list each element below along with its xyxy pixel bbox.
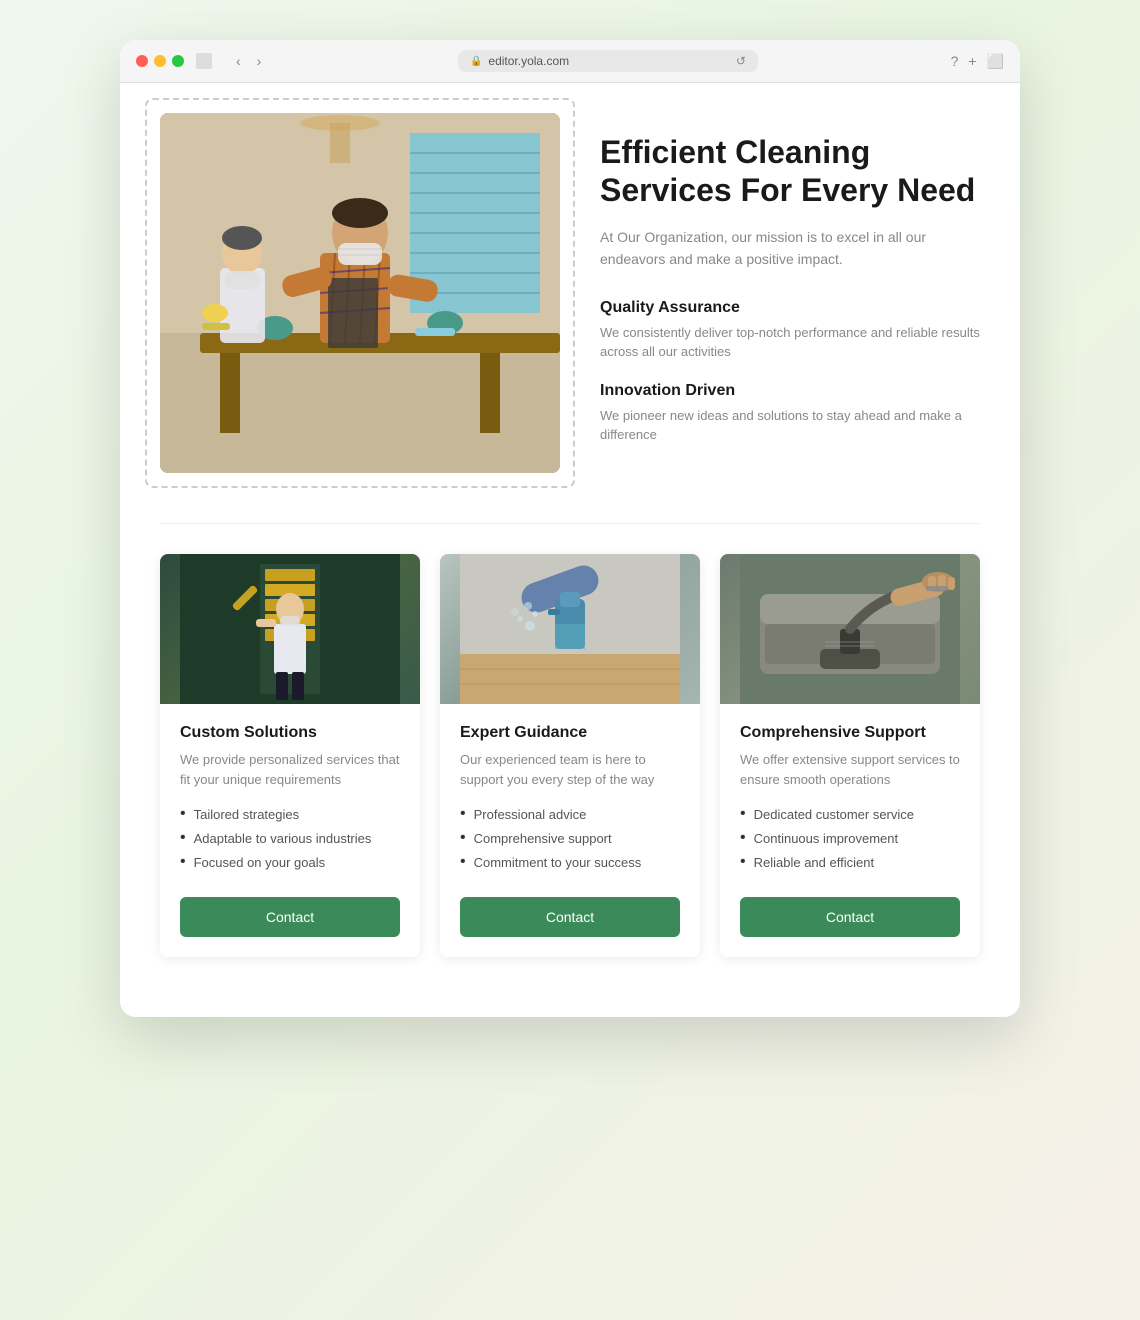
card-1-list: Tailored strategies Adaptable to various… (180, 805, 400, 877)
card-3-svg (740, 554, 960, 704)
hero-section: Efficient Cleaning Services For Every Ne… (160, 113, 980, 473)
card-comprehensive-support: Comprehensive Support We offer extensive… (720, 554, 980, 957)
nav-controls: ‹ › (232, 51, 265, 71)
forward-button[interactable]: › (253, 51, 266, 71)
section-separator (160, 523, 980, 524)
list-item: Dedicated customer service (740, 805, 960, 823)
card-3-contact-button[interactable]: Contact (740, 897, 960, 937)
card-1-image (160, 554, 420, 704)
card-2-body: Expert Guidance Our experienced team is … (440, 704, 700, 957)
feature-1-title: Quality Assurance (600, 299, 980, 317)
card-custom-solutions: Custom Solutions We provide personalized… (160, 554, 420, 957)
card-2-svg (460, 554, 680, 704)
page-content: Efficient Cleaning Services For Every Ne… (120, 83, 1020, 1017)
feature-innovation-driven: Innovation Driven We pioneer new ideas a… (600, 382, 980, 445)
browser-window: ‹ › 🔒 editor.yola.com ↺ ? + ⬜ (120, 40, 1020, 1017)
tab-icon (196, 53, 212, 69)
card-2-description: Our experienced team is here to support … (460, 750, 680, 789)
card-1-description: We provide personalized services that fi… (180, 750, 400, 789)
list-item: Commitment to your success (460, 853, 680, 871)
cards-section: Custom Solutions We provide personalized… (160, 554, 980, 957)
hero-image-svg (160, 113, 560, 473)
list-item: Adaptable to various industries (180, 829, 400, 847)
hero-description: At Our Organization, our mission is to e… (600, 226, 980, 271)
list-item: Comprehensive support (460, 829, 680, 847)
lock-icon: 🔒 (470, 56, 482, 67)
feature-2-description: We pioneer new ideas and solutions to st… (600, 406, 980, 445)
list-item: Professional advice (460, 805, 680, 823)
browser-actions: ? + ⬜ (951, 53, 1004, 70)
refresh-icon[interactable]: ↺ (736, 54, 746, 68)
address-bar[interactable]: 🔒 editor.yola.com ↺ (458, 50, 758, 72)
card-3-title: Comprehensive Support (740, 724, 960, 742)
list-item: Tailored strategies (180, 805, 400, 823)
card-3-list: Dedicated customer service Continuous im… (740, 805, 960, 877)
help-icon[interactable]: ? (951, 53, 959, 70)
list-item: Reliable and efficient (740, 853, 960, 871)
feature-1-description: We consistently deliver top-notch perfor… (600, 323, 980, 362)
traffic-light-green[interactable] (172, 55, 184, 67)
hero-image-wrapper (160, 113, 560, 473)
card-expert-guidance: Expert Guidance Our experienced team is … (440, 554, 700, 957)
card-3-description: We offer extensive support services to e… (740, 750, 960, 789)
card-3-body: Comprehensive Support We offer extensive… (720, 704, 980, 957)
hero-text: Efficient Cleaning Services For Every Ne… (600, 113, 980, 465)
hero-title: Efficient Cleaning Services For Every Ne… (600, 133, 980, 210)
feature-2-title: Innovation Driven (600, 382, 980, 400)
url-text: editor.yola.com (488, 54, 569, 68)
add-tab-icon[interactable]: + (968, 53, 976, 70)
menu-icon[interactable]: ⬜ (987, 53, 1004, 70)
card-2-contact-button[interactable]: Contact (460, 897, 680, 937)
list-item: Focused on your goals (180, 853, 400, 871)
browser-toolbar: ‹ › 🔒 editor.yola.com ↺ ? + ⬜ (120, 40, 1020, 83)
traffic-light-yellow[interactable] (154, 55, 166, 67)
tab-bar (196, 53, 212, 69)
card-2-image (440, 554, 700, 704)
card-1-contact-button[interactable]: Contact (180, 897, 400, 937)
card-1-body: Custom Solutions We provide personalized… (160, 704, 420, 957)
card-2-title: Expert Guidance (460, 724, 680, 742)
card-2-list: Professional advice Comprehensive suppor… (460, 805, 680, 877)
traffic-light-red[interactable] (136, 55, 148, 67)
feature-quality-assurance: Quality Assurance We consistently delive… (600, 299, 980, 362)
hero-image (160, 113, 560, 473)
back-button[interactable]: ‹ (232, 51, 245, 71)
card-1-title: Custom Solutions (180, 724, 400, 742)
card-1-svg (180, 554, 400, 704)
traffic-lights (136, 55, 184, 67)
card-3-image (720, 554, 980, 704)
list-item: Continuous improvement (740, 829, 960, 847)
